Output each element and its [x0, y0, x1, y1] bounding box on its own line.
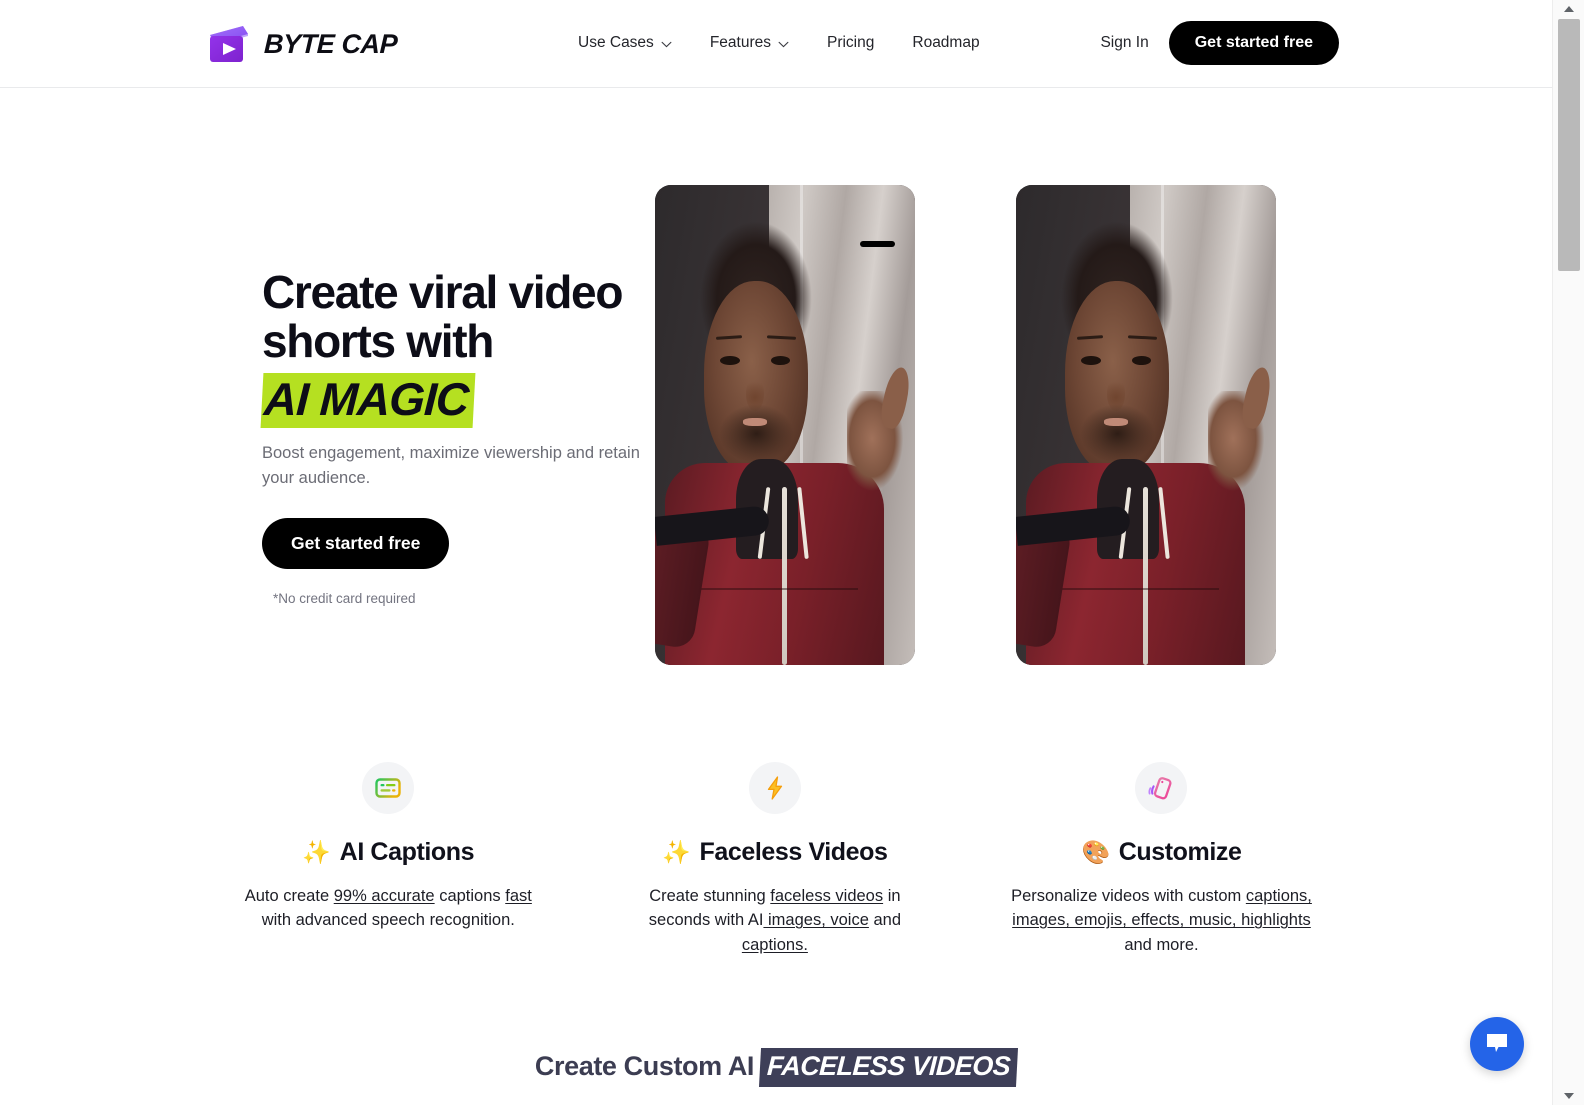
sign-in-link[interactable]: Sign In — [1096, 28, 1152, 58]
hero-section: Create viral video shorts with AI MAGIC … — [260, 266, 657, 607]
bottom-heading-prefix: Create Custom AI — [534, 1051, 755, 1081]
palette-icon: 🎨 — [1081, 839, 1110, 865]
chat-widget-button[interactable] — [1470, 1017, 1524, 1071]
hero-headline-line1: Create viral video — [262, 266, 623, 318]
scrollbar-down-arrow[interactable] — [1553, 1087, 1584, 1105]
nav-item-features[interactable]: Features — [710, 30, 789, 56]
hero-subtext: Boost engagement, maximize viewership an… — [262, 444, 640, 487]
feature-faceless-videos: ✨ Faceless Videos Create stunning facele… — [582, 762, 969, 957]
hero-note: *No credit card required — [273, 591, 416, 607]
feature-description-ai-captions: Auto create 99% accurate captions fast w… — [195, 884, 582, 933]
video-thumbnail-1 — [655, 185, 915, 665]
bottom-section-heading: Create Custom AI FACELESS VIDEOS — [0, 1048, 1552, 1087]
main-navigation: Use Cases Features Pricing Roadmap — [578, 30, 980, 56]
feature-description-customize: Personalize videos with custom captions,… — [968, 884, 1355, 957]
feature-title-ai-captions: ✨ AI Captions — [195, 838, 582, 867]
nav-label-pricing: Pricing — [826, 34, 875, 51]
lightning-bolt-icon — [748, 762, 801, 814]
video-overlay-dash — [860, 241, 895, 247]
desc-link[interactable]: captions, — [1246, 887, 1312, 905]
video-preview-card-1[interactable] — [655, 185, 915, 665]
chevron-down-icon — [1564, 1093, 1574, 1099]
feature-title-text: Faceless Videos — [699, 838, 888, 866]
nav-item-pricing[interactable]: Pricing — [827, 30, 874, 56]
feature-customize: 🎨 Customize Personalize videos with cust… — [968, 762, 1355, 957]
desc-part: Auto create — [244, 887, 334, 905]
feature-description-faceless-videos: Create stunning faceless videos in secon… — [582, 884, 969, 957]
features-section: ✨ AI Captions Auto create 99% accurate c… — [195, 762, 1355, 957]
feature-ai-captions: ✨ AI Captions Auto create 99% accurate c… — [195, 762, 582, 957]
nav-item-use-cases[interactable]: Use Cases — [578, 30, 672, 56]
nav-item-roadmap[interactable]: Roadmap — [912, 30, 979, 56]
desc-part: and — [868, 911, 902, 930]
desc-part: with advanced speech recognition. — [261, 911, 515, 930]
site-header: BYTE CAP Use Cases Features Pricing Road… — [0, 0, 1552, 88]
chat-bubble-icon — [1484, 1031, 1510, 1058]
chevron-up-icon — [1564, 6, 1574, 12]
feature-title-customize: 🎨 Customize — [968, 838, 1355, 867]
desc-part: captions — [434, 887, 506, 905]
feature-title-faceless-videos: ✨ Faceless Videos — [582, 838, 969, 867]
feature-title-text: AI Captions — [339, 838, 475, 866]
browser-viewport: BYTE CAP Use Cases Features Pricing Road… — [0, 0, 1584, 1105]
hero-headline-highlight: AI MAGIC — [260, 372, 476, 428]
hero-get-started-button[interactable]: Get started free — [262, 517, 450, 570]
page-scrollbar[interactable] — [1552, 0, 1584, 1105]
hero-headline: Create viral video shorts with AI MAGIC — [260, 266, 657, 428]
brand-name: BYTE CAP — [263, 28, 398, 59]
desc-link[interactable]: images, voice — [763, 911, 869, 929]
hero-headline-line2: shorts with — [262, 314, 494, 367]
clapperboard-play-icon — [207, 22, 251, 66]
brand-logo-link[interactable]: BYTE CAP — [207, 22, 398, 66]
header-actions: Sign In Get started free — [1096, 21, 1339, 65]
video-thumbnail-2 — [1016, 185, 1276, 665]
bottom-heading-badge: FACELESS VIDEOS — [759, 1048, 1019, 1087]
tilted-phone-icon — [1135, 762, 1188, 814]
scrollbar-thumb[interactable] — [1558, 19, 1580, 271]
desc-part: and more. — [1124, 935, 1199, 954]
feature-title-text: Customize — [1118, 838, 1242, 866]
desc-link[interactable]: images, emojis, effects, music, highligh… — [1012, 911, 1311, 929]
video-preview-card-2[interactable] — [1016, 185, 1276, 665]
desc-part: Personalize videos with custom — [1011, 887, 1246, 905]
nav-label-features: Features — [709, 34, 771, 51]
chevron-down-icon — [778, 39, 789, 48]
chevron-down-icon — [661, 39, 672, 48]
desc-link[interactable]: fast — [505, 887, 532, 905]
nav-label-use-cases: Use Cases — [578, 34, 654, 51]
desc-part: Create stunning — [649, 887, 771, 905]
captions-box-icon — [362, 762, 415, 814]
sparkles-icon: ✨ — [662, 839, 691, 865]
desc-link[interactable]: 99% accurate — [334, 887, 435, 905]
nav-label-roadmap: Roadmap — [912, 34, 980, 51]
page-content: BYTE CAP Use Cases Features Pricing Road… — [0, 0, 1552, 1105]
header-get-started-button[interactable]: Get started free — [1168, 21, 1339, 65]
scrollbar-up-arrow[interactable] — [1553, 0, 1584, 18]
desc-link[interactable]: faceless videos — [770, 887, 883, 905]
desc-link[interactable]: captions. — [742, 936, 808, 954]
sparkles-icon: ✨ — [302, 839, 331, 865]
